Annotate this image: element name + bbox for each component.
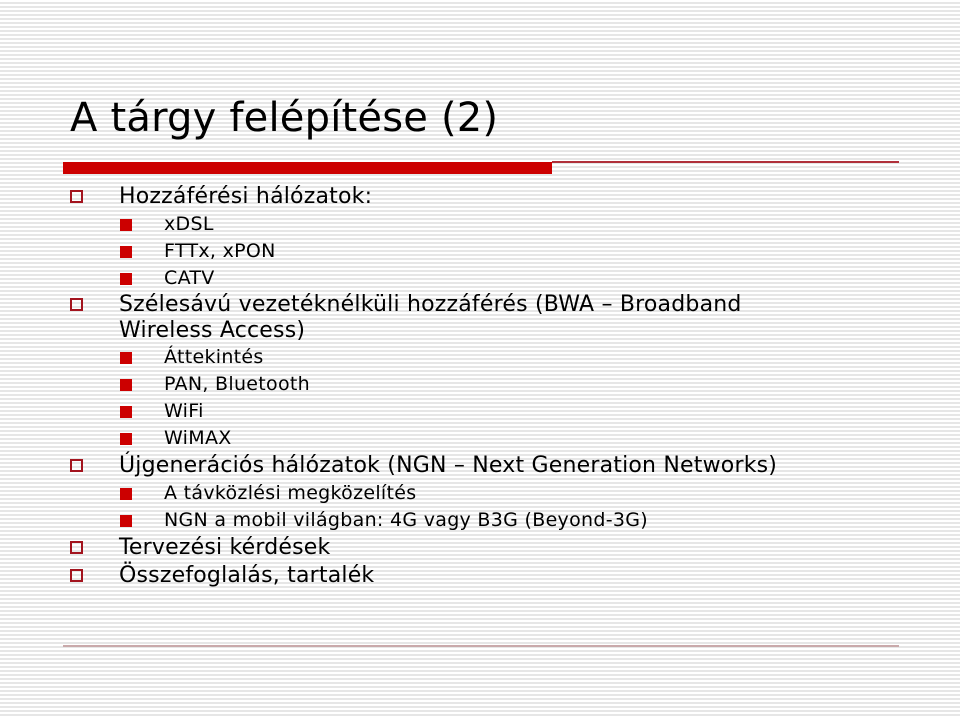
sub-item-label: xDSL: [164, 213, 214, 235]
title-underline-thin: [552, 161, 899, 163]
sub-item-ngn-mobile: NGN a mobil világban: 4G vagy B3G (Beyon…: [0, 507, 960, 534]
filled-square-bullet-icon: [120, 273, 132, 285]
sub-item-xdsl: xDSL: [0, 211, 960, 238]
outline-item-label: Összefoglalás, tartalék: [119, 563, 375, 588]
sub-item-label: NGN a mobil világban: 4G vagy B3G (Beyon…: [164, 509, 649, 531]
outline-item-label: Tervezési kérdések: [119, 535, 331, 560]
outline-item-access-networks: Hozzáférési hálózatok:: [0, 183, 960, 211]
outline-item-bwa: Szélesávú vezetéknélküli hozzáférés (BWA…: [0, 292, 839, 344]
sub-item-label: CATV: [164, 267, 215, 289]
outline-item-design-questions: Tervezési kérdések: [0, 534, 960, 562]
sub-item-label: PAN, Bluetooth: [164, 373, 310, 395]
hollow-square-bullet-icon: [70, 190, 83, 203]
sub-item-fttx: FTTx, xPON: [0, 238, 960, 265]
filled-square-bullet-icon: [120, 219, 132, 231]
hollow-square-bullet-icon: [70, 569, 83, 582]
sub-item-wimax: WiMAX: [0, 425, 960, 452]
outline-item-summary: Összefoglalás, tartalék: [0, 562, 960, 590]
filled-square-bullet-icon: [120, 246, 132, 258]
outline-item-ngn: Újgenerációs hálózatok (NGN – Next Gener…: [0, 452, 960, 480]
hollow-square-bullet-icon: [70, 541, 83, 554]
outline-item-label: Újgenerációs hálózatok (NGN – Next Gener…: [119, 453, 778, 478]
outline-item-label: Szélesávú vezetéknélküli hozzáférés (BWA…: [119, 292, 742, 343]
sub-item-label: Áttekintés: [164, 346, 264, 368]
filled-square-bullet-icon: [120, 352, 132, 364]
outline-item-label: Hozzáférési hálózatok:: [119, 184, 373, 209]
filled-square-bullet-icon: [120, 515, 132, 527]
filled-square-bullet-icon: [120, 379, 132, 391]
sub-item-catv: CATV: [0, 265, 960, 292]
sub-item-label: WiMAX: [164, 427, 232, 449]
sub-item-pan-bluetooth: PAN, Bluetooth: [0, 371, 960, 398]
hollow-square-bullet-icon: [70, 459, 83, 472]
filled-square-bullet-icon: [120, 406, 132, 418]
slide-body: Hozzáférési hálózatok: xDSL FTTx, xPON C…: [0, 183, 960, 590]
sub-item-overview: Áttekintés: [0, 344, 960, 371]
filled-square-bullet-icon: [120, 433, 132, 445]
title-underline-thick: [63, 162, 552, 174]
filled-square-bullet-icon: [120, 488, 132, 500]
sub-item-label: WiFi: [164, 400, 204, 422]
hollow-square-bullet-icon: [70, 298, 83, 311]
footer-divider: [63, 645, 899, 647]
sub-item-label: FTTx, xPON: [164, 240, 276, 262]
slide-title: A tárgy felépítése (2): [70, 95, 499, 141]
sub-item-telecom-approach: A távközlési megközelítés: [0, 480, 960, 507]
sub-item-wifi: WiFi: [0, 398, 960, 425]
sub-item-label: A távközlési megközelítés: [164, 482, 417, 504]
